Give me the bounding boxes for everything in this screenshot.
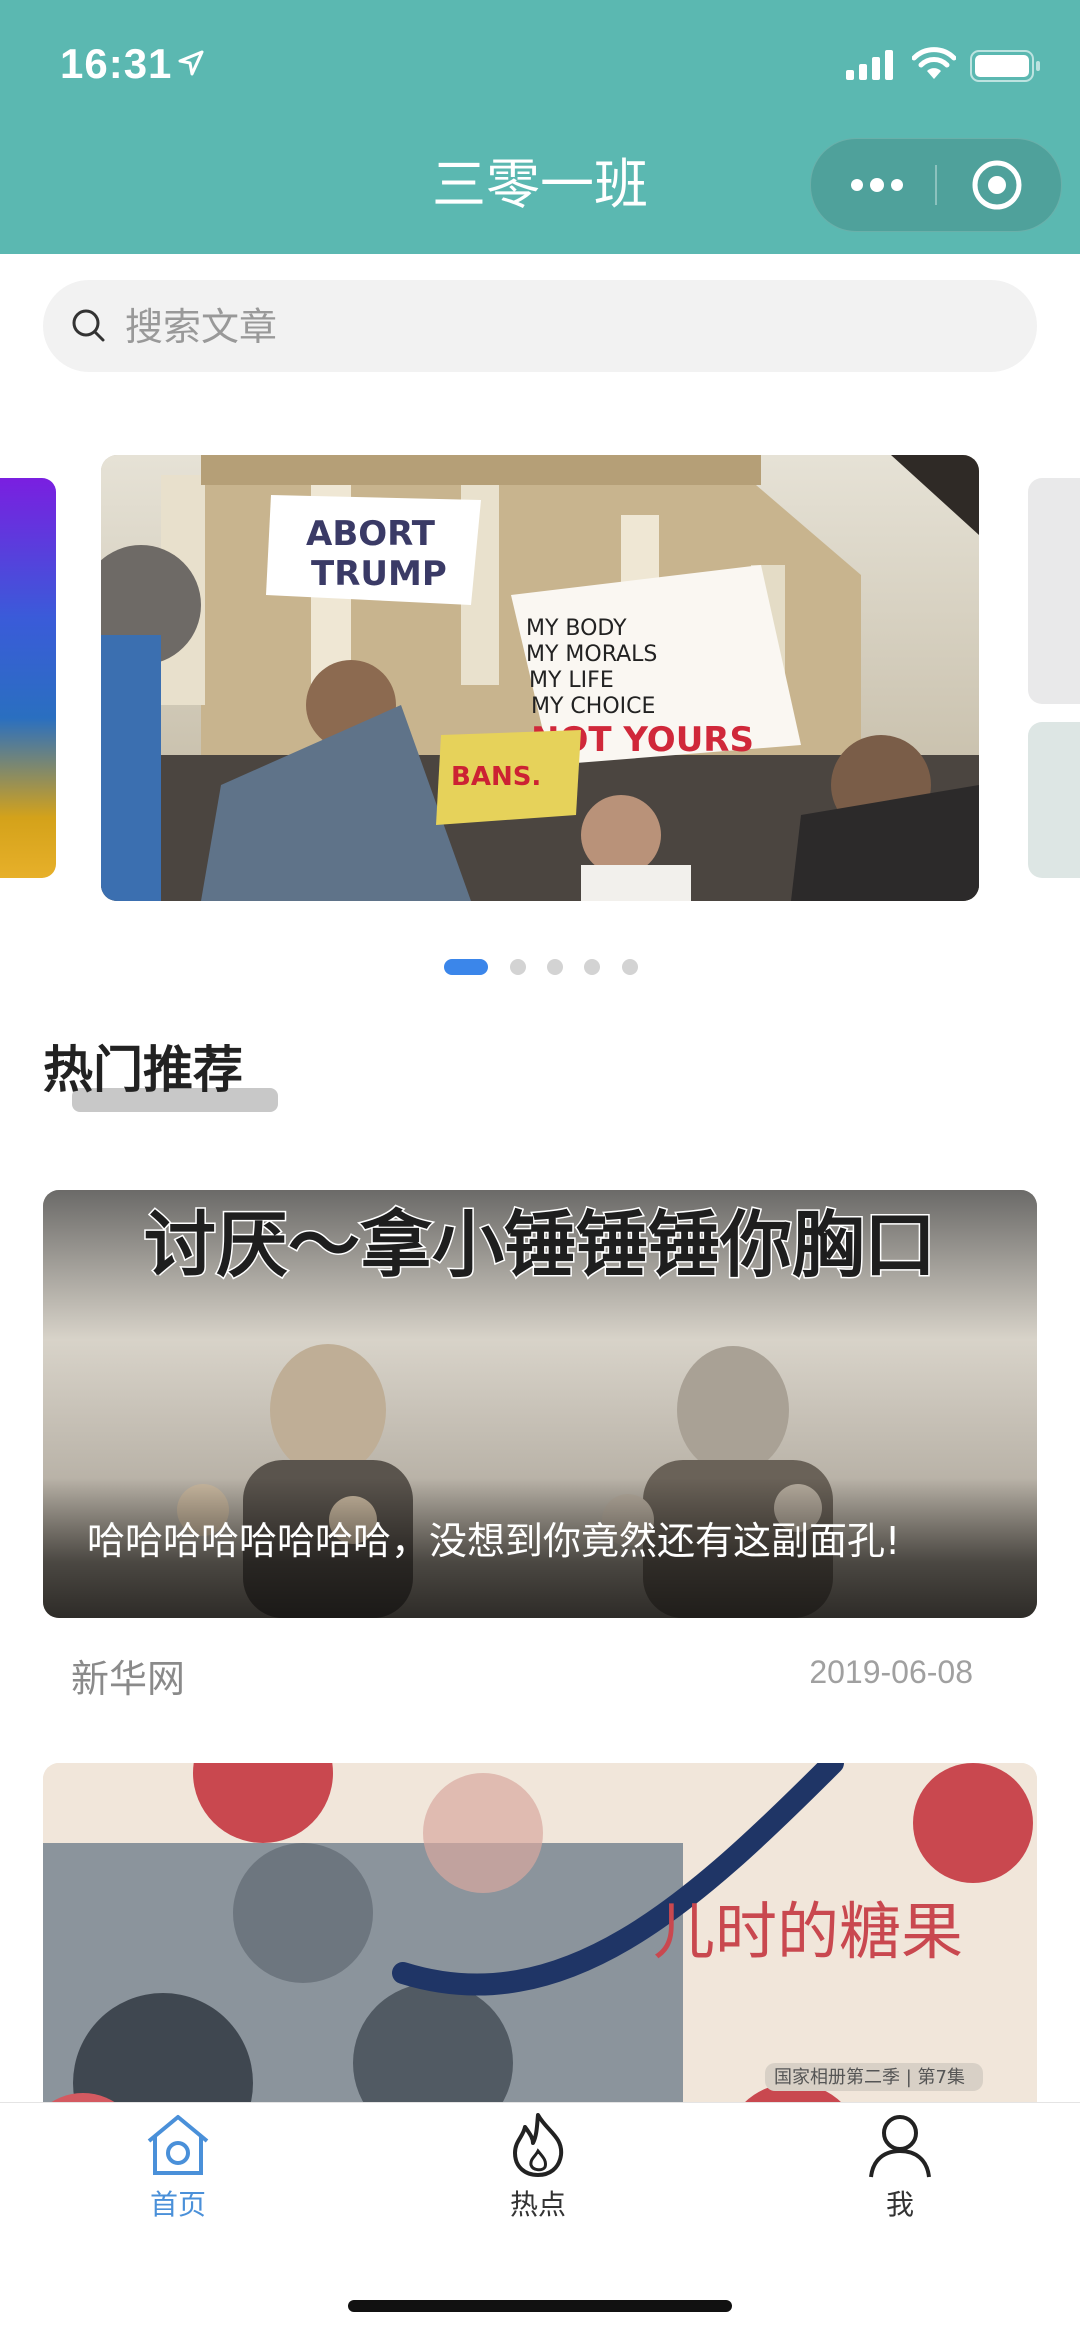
svg-text:TRUMP: TRUMP [311, 554, 447, 594]
tab-home[interactable]: 首页 [78, 2111, 278, 2241]
protest-photo: ABORT TRUMP MY BODY MY MORALS MY LIFE MY… [101, 455, 979, 901]
battery-icon [970, 50, 1040, 82]
section-title: 热门推荐 [43, 1041, 243, 1099]
carousel-dot[interactable] [584, 959, 600, 975]
home-icon [147, 2115, 209, 2175]
header-bar: 16:31 三零一班 [0, 0, 1080, 254]
article-card-image[interactable]: 讨厌～拿小锤锤锤你胸口 哈哈哈哈哈哈哈哈，没想到你竟然还有这副面孔! [43, 1190, 1037, 1618]
search-icon [72, 309, 105, 342]
carousel-indicator [0, 955, 1080, 975]
tab-me[interactable]: 我 [800, 2111, 1000, 2241]
carousel-next-slide[interactable] [1028, 478, 1080, 704]
svg-text:ABORT: ABORT [306, 514, 436, 554]
tab-home-label: 首页 [149, 2188, 206, 2221]
more-dots-icon[interactable] [847, 169, 907, 201]
home-indicator [348, 2300, 732, 2312]
tab-hot[interactable]: 热点 [438, 2111, 638, 2241]
wifi-icon [912, 47, 956, 79]
article-2-image-headline: 儿时的糖果 [653, 1895, 963, 1968]
article-date: 2019-06-08 [809, 1654, 973, 1690]
carousel-prev-slide[interactable] [0, 478, 56, 878]
svg-text:MY LIFE: MY LIFE [529, 668, 614, 693]
carousel-dot[interactable] [444, 959, 488, 975]
carousel-dot[interactable] [622, 959, 638, 975]
svg-text:MY CHOICE: MY CHOICE [531, 694, 655, 719]
carousel-next-slide-bottom[interactable] [1028, 722, 1080, 878]
svg-text:BANS.: BANS. [451, 762, 541, 792]
search-input[interactable] [123, 294, 1007, 360]
search-bar[interactable] [43, 280, 1037, 372]
carousel-dot[interactable] [510, 959, 526, 975]
capsule-divider [935, 165, 937, 205]
article-meta: 新华网 2019-06-08 [43, 1648, 1037, 1701]
svg-text:MY MORALS: MY MORALS [526, 642, 657, 667]
cellular-signal-icon [846, 50, 893, 80]
article-1-image-headline: 讨厌～拿小锤锤锤你胸口 [144, 1203, 936, 1287]
article-source: 新华网 [71, 1657, 186, 1701]
status-time: 16:31 [60, 40, 173, 87]
location-arrow-icon [178, 50, 204, 76]
miniprogram-capsule [810, 138, 1062, 232]
banner-carousel[interactable]: ABORT TRUMP MY BODY MY MORALS MY LIFE MY… [0, 450, 1080, 910]
user-icon [869, 2115, 931, 2178]
flame-icon [513, 2113, 564, 2177]
tab-hot-label: 热点 [509, 2188, 566, 2221]
article-caption: 哈哈哈哈哈哈哈哈，没想到你竟然还有这副面孔! [87, 1519, 901, 1563]
article-2-image-subtext: 国家相册第二季 | 第7集 [774, 2067, 965, 2088]
svg-text:MY BODY: MY BODY [526, 616, 627, 641]
close-target-icon[interactable] [971, 159, 1023, 211]
carousel-dot[interactable] [547, 959, 563, 975]
tab-me-label: 我 [885, 2188, 914, 2221]
carousel-slide-active[interactable]: ABORT TRUMP MY BODY MY MORALS MY LIFE MY… [101, 455, 979, 901]
